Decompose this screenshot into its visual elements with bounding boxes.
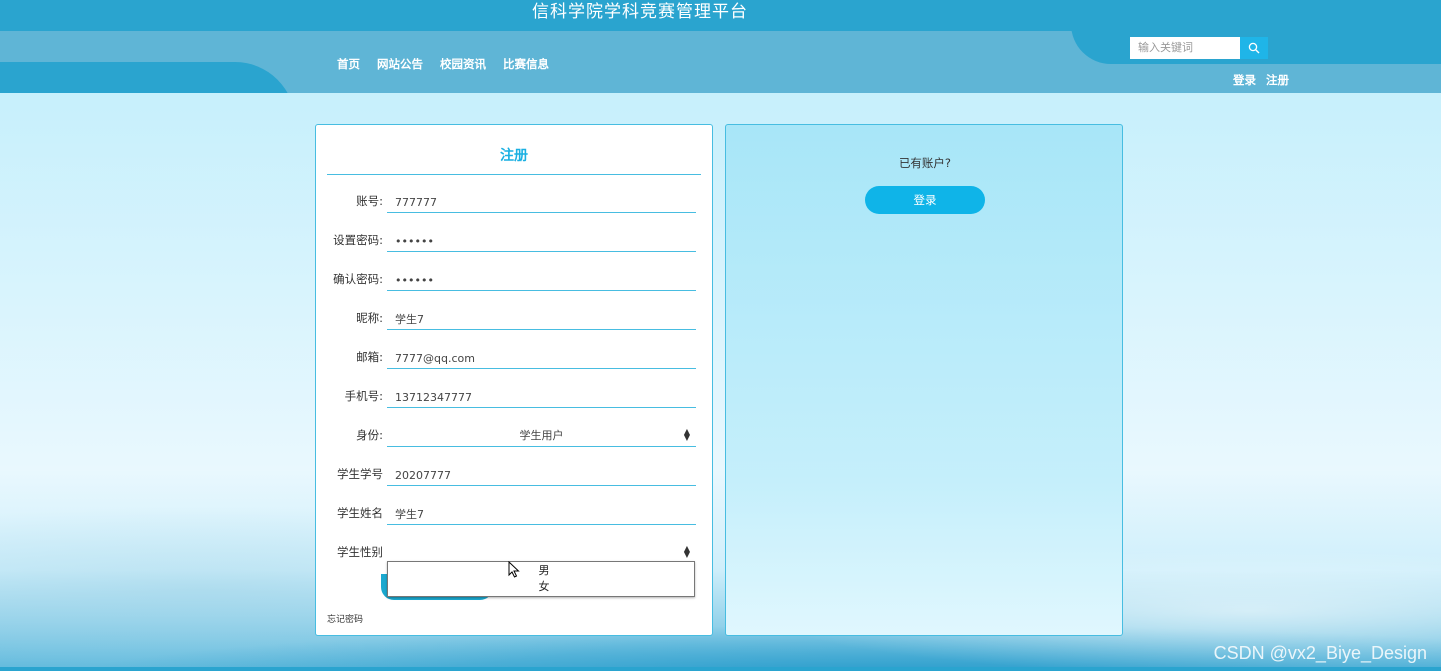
- form-row-role: 身份: 学生用户 ▲ ▼: [316, 421, 714, 460]
- form-row-account: 账号: 777777: [316, 187, 714, 226]
- nav-item-competitions[interactable]: 比赛信息: [503, 56, 549, 72]
- form-row-email: 邮箱: 7777@qq.com: [316, 343, 714, 382]
- mouse-cursor-icon: [508, 561, 520, 578]
- site-header: 信科学院学科竞赛管理平台 首页 网站公告 校园资讯 比赛信息 输入关键词 登录 …: [0, 0, 1441, 93]
- gender-dropdown: 男 女: [387, 561, 695, 597]
- form-row-phone: 手机号: 13712347777: [316, 382, 714, 421]
- gender-option-female[interactable]: 女: [388, 578, 694, 594]
- student-name-label: 学生姓名: [337, 506, 383, 520]
- nickname-field[interactable]: 学生7: [387, 304, 696, 330]
- form-row-confirm-password: 确认密码: ••••••: [316, 265, 714, 304]
- updown-arrow-icon: ▲ ▼: [683, 427, 690, 442]
- watermark: CSDN @vx2_Biye_Design: [1213, 643, 1427, 663]
- login-panel: 已有账户? 登录: [725, 124, 1123, 636]
- site-title: 信科学院学科竞赛管理平台: [532, 2, 748, 22]
- role-label: 身份:: [356, 428, 383, 442]
- role-select-value: 学生用户: [519, 429, 564, 442]
- search-input[interactable]: 输入关键词: [1130, 37, 1240, 59]
- nav-item-announcements[interactable]: 网站公告: [377, 56, 423, 72]
- form-row-password: 设置密码: ••••••: [316, 226, 714, 265]
- forgot-password-link[interactable]: 忘记密码: [327, 612, 363, 625]
- confirm-password-field[interactable]: ••••••: [387, 265, 696, 291]
- student-id-field[interactable]: 20207777: [387, 460, 696, 486]
- login-button[interactable]: 登录: [865, 186, 985, 214]
- email-field[interactable]: 7777@qq.com: [387, 343, 696, 369]
- account-field[interactable]: 777777: [387, 187, 696, 213]
- register-title: 注册: [327, 125, 701, 175]
- search-button[interactable]: [1240, 37, 1268, 59]
- account-label: 账号:: [356, 194, 383, 208]
- updown-arrow-icon: ▲ ▼: [683, 544, 690, 559]
- student-name-field[interactable]: 学生7: [387, 499, 696, 525]
- register-panel: 注册 账号: 777777 设置密码: •••••• 确认密码: •••••• …: [315, 124, 713, 636]
- email-label: 邮箱:: [356, 350, 383, 364]
- have-account-text: 已有账户?: [898, 156, 952, 170]
- role-select[interactable]: 学生用户 ▲ ▼: [387, 421, 696, 447]
- password-label: 设置密码:: [333, 233, 383, 247]
- phone-label: 手机号:: [344, 389, 383, 403]
- search-icon: [1248, 42, 1260, 54]
- student-gender-label: 学生性别: [337, 545, 383, 559]
- confirm-password-label: 确认密码:: [333, 272, 383, 286]
- gender-option-male[interactable]: 男: [388, 562, 694, 578]
- password-field[interactable]: ••••••: [387, 226, 696, 252]
- nav-item-home[interactable]: 首页: [337, 56, 360, 72]
- main-nav: 首页 网站公告 校园资讯 比赛信息: [337, 56, 566, 72]
- form-row-nickname: 昵称: 学生7: [316, 304, 714, 343]
- student-id-label: 学生学号: [337, 467, 383, 481]
- nickname-label: 昵称:: [356, 311, 383, 325]
- nav-item-campus-news[interactable]: 校园资讯: [440, 56, 486, 72]
- bottom-bar: [0, 667, 1441, 671]
- auth-links: 登录 注册: [1233, 72, 1289, 88]
- phone-field[interactable]: 13712347777: [387, 382, 696, 408]
- header-login-link[interactable]: 登录: [1233, 72, 1256, 88]
- form-row-student-id: 学生学号 20207777: [316, 460, 714, 499]
- header-register-link[interactable]: 注册: [1266, 72, 1289, 88]
- background-mountains: [0, 471, 1441, 671]
- form-row-student-name: 学生姓名 学生7: [316, 499, 714, 538]
